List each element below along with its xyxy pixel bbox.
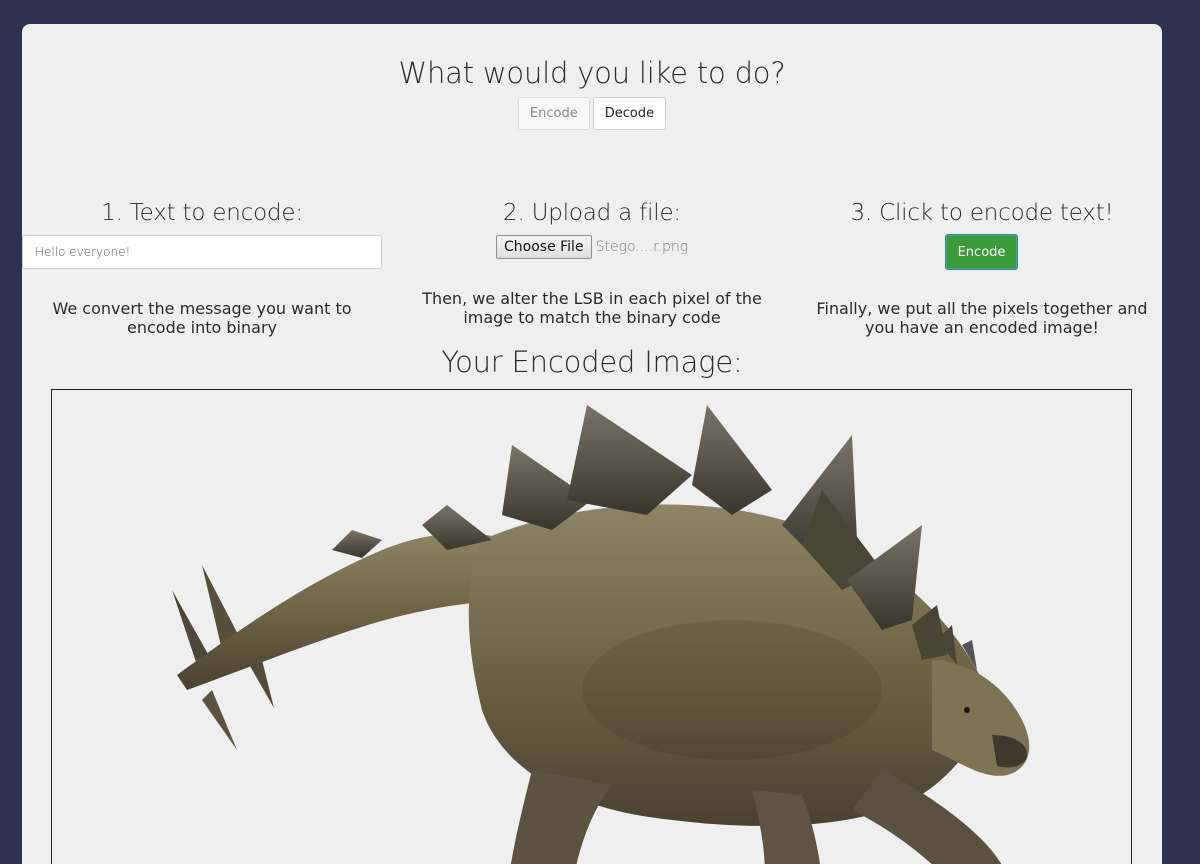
main-card: What would you like to do? Encode Decode… [22, 24, 1162, 864]
step-2-title: 2. Upload a file: [503, 200, 681, 226]
file-upload: Choose File Stego....r.png [496, 235, 688, 259]
page-title: What would you like to do? [398, 56, 786, 90]
encoded-image-title: Your Encoded Image: [441, 345, 743, 379]
choose-file-button[interactable]: Choose File [496, 235, 592, 259]
encode-mode-button[interactable]: Encode [517, 97, 590, 130]
step-2-column: 2. Upload a file: [412, 200, 772, 226]
decode-mode-button[interactable]: Decode [592, 97, 667, 130]
step-1-description: We convert the message you want to encod… [52, 299, 352, 337]
selected-file-name: Stego....r.png [595, 239, 689, 255]
step-3-column: 3. Click to encode text! [802, 200, 1162, 226]
step-1-column: 1. Text to encode: [22, 200, 382, 226]
encode-button[interactable]: Encode [945, 234, 1018, 270]
step-3-description: Finally, we put all the pixels together … [816, 299, 1148, 337]
text-to-encode-input[interactable]: Hello everyone! [22, 235, 382, 269]
step-1-title: 1. Text to encode: [101, 200, 303, 226]
step-2-description: Then, we alter the LSB in each pixel of … [422, 289, 762, 327]
stegosaurus-illustration [172, 405, 1030, 864]
mode-toggle-group: Encode Decode [22, 97, 1162, 130]
step-3-title: 3. Click to encode text! [850, 200, 1114, 226]
encoded-image [51, 389, 1132, 864]
